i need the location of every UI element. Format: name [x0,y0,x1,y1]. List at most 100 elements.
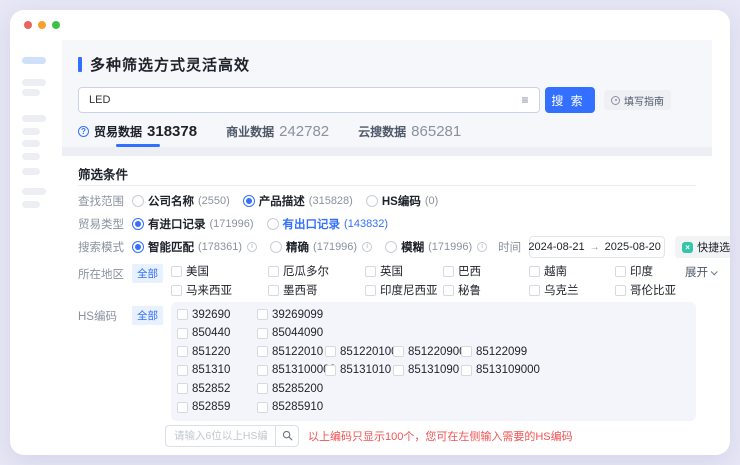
search-input[interactable] [79,88,511,112]
radio-product-description[interactable]: 产品描述(315828) [243,193,353,209]
filter-heading: 筛选条件 [78,164,696,179]
tab-label: 商业数据 [226,123,274,140]
tab-count: 242782 [279,123,329,140]
quick-options-button[interactable]: × 快捷选项 [675,236,730,258]
checkbox-hs-850440[interactable]: 850440 [177,326,257,341]
checkbox-icon [177,402,188,413]
expand-button[interactable]: 展开 [685,264,716,280]
info-circle-icon [611,96,620,105]
info-icon[interactable]: i [247,242,257,252]
fill-guide-button[interactable]: 填写指南 [604,90,671,110]
window-titlebar [10,10,730,40]
checkbox-usa[interactable]: 美国 [171,264,268,278]
close-window-icon[interactable] [24,21,32,29]
hs-code-row: 392690 39269099 [177,307,688,322]
checkbox-icon [443,266,454,277]
filter-row-trade-type: 贸易类型 有进口记录(171996) 有出口记录(143832) [78,216,696,232]
checkbox-hs-8513109000[interactable]: 8513109000 [461,363,688,378]
search-button[interactable]: 搜 索 [545,87,595,113]
active-tab-underline [116,144,160,147]
tab-trade-data[interactable]: ? 贸易数据 318378 [78,123,197,147]
date-arrow: → [590,242,600,253]
checkbox-hs-851220[interactable]: 851220 [177,344,257,359]
hs-input-row: 以上编码只显示100个，您可在左侧输入需要的HS编码 [78,425,696,447]
minimize-window-icon[interactable] [38,21,46,29]
checkbox-icon [257,328,268,339]
radio-selected-icon [132,241,144,253]
radio-icon [366,195,378,207]
checkbox-hs-392690[interactable]: 392690 [177,307,257,322]
radio-smart-match[interactable]: 智能匹配(178361) i [132,239,257,255]
hs-search-button[interactable] [275,425,299,447]
sidebar-skeleton-item [22,168,40,175]
radio-fuzzy-match[interactable]: 模糊(171996) i [385,239,487,255]
checkbox-hs-852852[interactable]: 852852 [177,381,257,396]
radio-icon [267,218,279,230]
checkbox-hs-8512209000[interactable]: 8512209000 [393,344,461,359]
sidebar-skeleton-item-active [22,57,46,64]
row-label: 贸易类型 [78,216,132,232]
checkbox-vietnam[interactable]: 越南 [529,264,615,278]
hs-code-row: 852852 85285200 [177,381,688,396]
checkbox-mexico[interactable]: 墨西哥 [268,283,365,297]
checkbox-hs-85122099[interactable]: 85122099 [461,344,688,359]
checkbox-peru[interactable]: 秘鲁 [443,283,529,297]
title-accent-bar [78,57,82,72]
checkbox-ukraine[interactable]: 乌克兰 [529,283,615,297]
checkbox-hs-8512201000[interactable]: 8512201000 [325,344,393,359]
radio-export-records[interactable]: 有出口记录(143832) [267,216,389,232]
date-range-input[interactable]: 2024-08-21 → 2025-08-20 [529,236,665,258]
info-icon[interactable]: i [362,242,372,252]
radio-company-name[interactable]: 公司名称(2550) [132,193,230,209]
checkbox-hs-85131010[interactable]: 85131010 [325,363,393,378]
checkbox-hs-8513100000[interactable]: 8513100000 [257,363,325,378]
filter-row-hs-code: HS编码 全部 392690 39269099 850440 85044090 … [78,302,696,421]
row-label: 所在地区 [78,264,132,282]
sidebar-skeleton-item [22,201,40,208]
hs-all-tag[interactable]: 全部 [132,306,163,325]
zoom-window-icon[interactable] [52,21,60,29]
filter-row-region: 所在地区 全部 美国 厄瓜多尔 英国 巴西 越南 印度 马来西亚 墨西哥 印度尼… [78,264,696,297]
checkbox-icon [171,285,182,296]
checkbox-hs-39269099[interactable]: 39269099 [257,307,325,322]
quick-options-label: 快捷选项 [697,239,730,255]
checkbox-icon [177,365,188,376]
header-panel: 多种筛选方式灵活高效 ≡ 搜 索 填写指南 ? 贸 [62,40,712,147]
tab-label: 云搜数据 [358,123,406,140]
checkbox-hs-85122010[interactable]: 85122010 [257,344,325,359]
checkbox-hs-85131090[interactable]: 85131090 [393,363,461,378]
checkbox-hs-85285910[interactable]: 85285910 [257,400,325,415]
checkbox-brazil[interactable]: 巴西 [443,264,529,278]
radio-exact-match[interactable]: 精确(171996) i [270,239,372,255]
filter-panel: 筛选条件 查找范围 公司名称(2550) 产品描述(315828) [62,156,712,447]
region-all-tag[interactable]: 全部 [132,264,163,283]
checkbox-colombia[interactable]: 哥伦比亚 [615,283,685,297]
checkbox-hs-852859[interactable]: 852859 [177,400,257,415]
radio-hs-code[interactable]: HS编码(0) [366,193,438,209]
radio-import-records[interactable]: 有进口记录(171996) [132,216,254,232]
filter-lines-icon[interactable]: ≡ [511,88,539,112]
checkbox-hs-85285200[interactable]: 85285200 [257,381,325,396]
info-icon[interactable]: i [477,242,487,252]
checkbox-icon [443,285,454,296]
tab-business-data[interactable]: 商业数据 242782 [226,123,329,147]
tab-cloud-search-data[interactable]: 云搜数据 865281 [358,123,461,147]
hs-code-input[interactable] [165,425,275,447]
page-title: 多种筛选方式灵活高效 [90,54,250,75]
checkbox-icon [365,285,376,296]
checkbox-icon [177,383,188,394]
tab-label: 贸易数据 [94,123,142,140]
checkbox-icon [615,285,626,296]
checkbox-icon [177,309,188,320]
checkbox-uk[interactable]: 英国 [365,264,443,278]
checkbox-malaysia[interactable]: 马来西亚 [171,283,268,297]
checkbox-hs-85044090[interactable]: 85044090 [257,326,325,341]
checkbox-icon [393,365,404,376]
section-divider-band [62,147,712,156]
checkbox-hs-851310[interactable]: 851310 [177,363,257,378]
checkbox-india[interactable]: 印度 [615,264,685,278]
checkbox-icon [177,328,188,339]
hs-note-text: 以上编码只显示100个，您可在左侧输入需要的HS编码 [308,428,573,444]
checkbox-indonesia[interactable]: 印度尼西亚 [365,283,443,297]
checkbox-ecuador[interactable]: 厄瓜多尔 [268,264,365,278]
